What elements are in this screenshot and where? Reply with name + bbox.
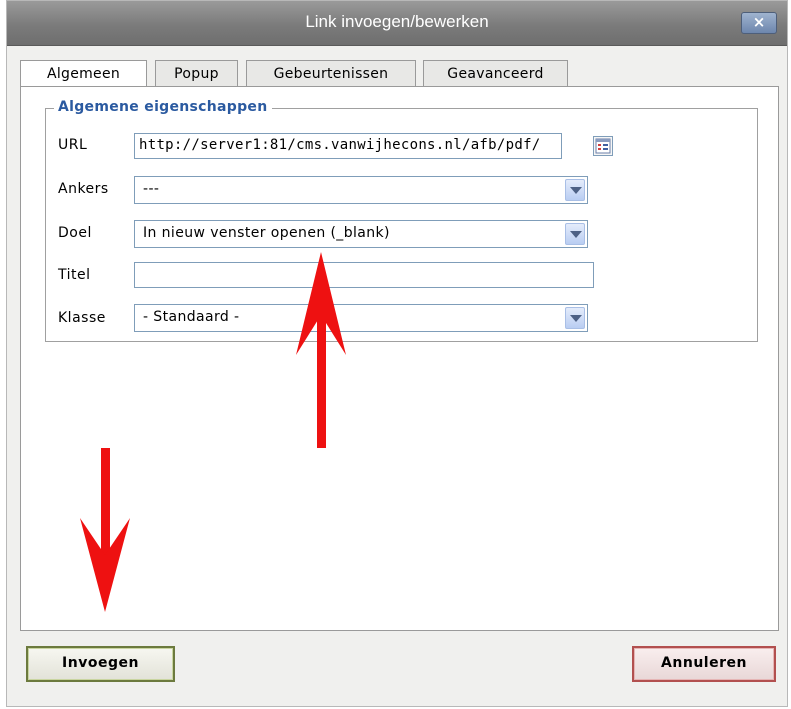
up-arrow-annotation [296, 252, 346, 448]
down-arrow-annotation [80, 448, 130, 612]
annotation-arrows [80, 252, 346, 612]
